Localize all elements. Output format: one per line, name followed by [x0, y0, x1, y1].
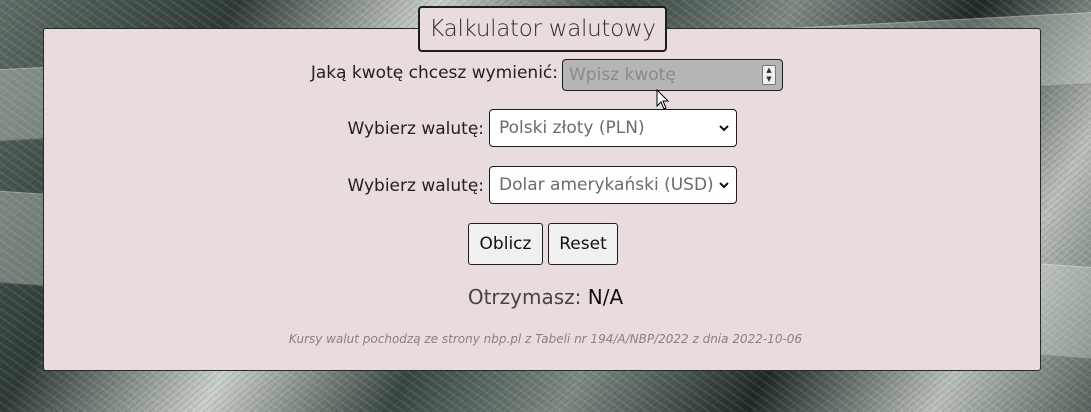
result-label: Otrzymasz:: [467, 285, 582, 309]
to-currency-label: Wybierz walutę:: [347, 176, 484, 196]
from-currency-label: Wybierz walutę:: [347, 119, 484, 139]
amount-input[interactable]: Wpisz kwotę ▲ ▼: [562, 59, 783, 91]
calculate-button[interactable]: Oblicz: [468, 223, 543, 265]
from-currency-value: Polski złoty (PLN): [499, 118, 645, 138]
from-currency-select[interactable]: Polski złoty (PLN): [489, 109, 737, 147]
exchange-rate-source-note: Kursy walut pochodzą ze strony nbp.pl z …: [288, 332, 803, 346]
page-title: Kalkulator walutowy: [418, 6, 667, 52]
mouse-cursor-icon: [656, 89, 670, 110]
result-value: N/A: [587, 285, 624, 309]
amount-label: Jaką kwotę chcesz wymienić:: [310, 63, 558, 83]
number-spinner[interactable]: ▲ ▼: [762, 65, 776, 85]
reset-button[interactable]: Reset: [548, 223, 618, 265]
chevron-down-icon: [719, 125, 729, 132]
to-currency-select[interactable]: Dolar amerykański (USD): [489, 166, 737, 204]
result-line: Otrzymasz: N/A: [0, 285, 1091, 309]
chevron-down-icon: [719, 182, 729, 189]
to-currency-value: Dolar amerykański (USD): [499, 175, 714, 195]
amount-placeholder: Wpisz kwotę: [569, 65, 676, 85]
